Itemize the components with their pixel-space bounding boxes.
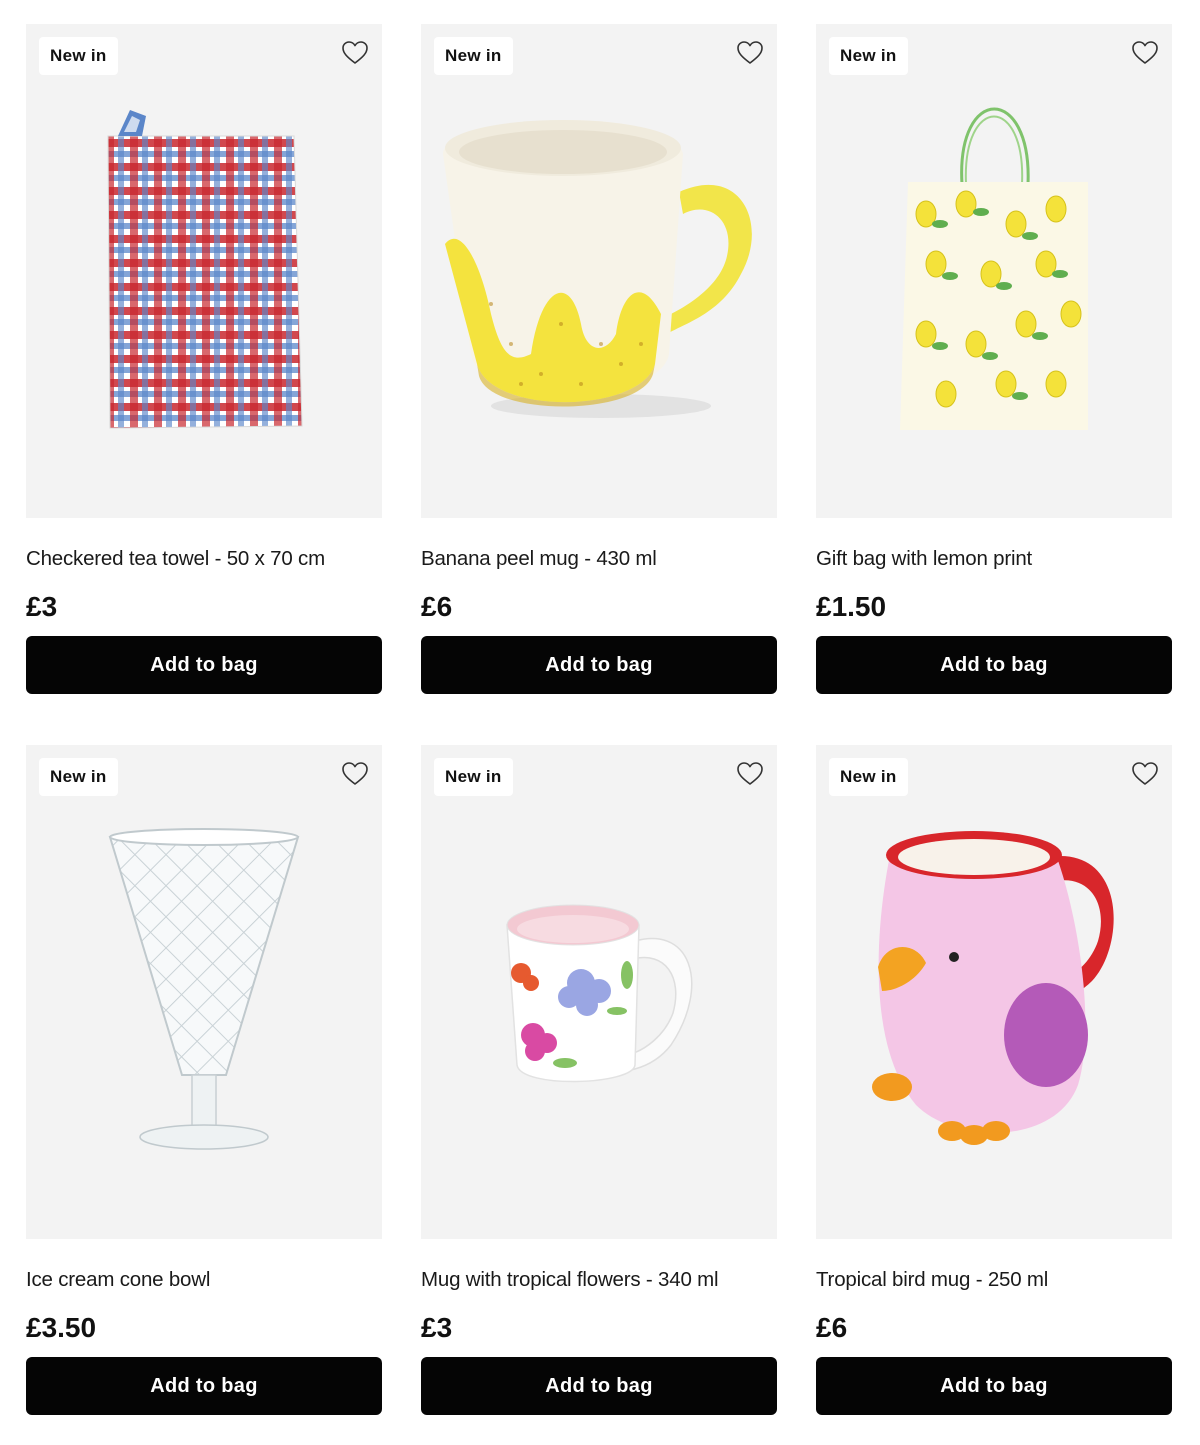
product-image-cone-bowl[interactable] — [26, 745, 382, 1239]
product-price: £6 — [816, 1312, 848, 1343]
heart-outline-icon[interactable] — [1130, 759, 1160, 789]
product-price: £6 — [421, 591, 453, 622]
product-title[interactable]: Checkered tea towel - 50 x 70 cm — [26, 546, 382, 572]
product-image-flower-mug[interactable] — [421, 745, 777, 1239]
product-title[interactable]: Ice cream cone bowl — [26, 1267, 382, 1293]
product-image-area[interactable]: New in — [421, 745, 777, 1239]
product-card[interactable]: New in Mug with tropical flowers - 340 m… — [421, 745, 777, 1415]
add-to-bag-button[interactable]: Add to bag — [26, 1357, 382, 1415]
new-in-badge: New in — [39, 37, 118, 75]
heart-outline-icon[interactable] — [735, 759, 765, 789]
add-to-bag-button[interactable]: Add to bag — [421, 1357, 777, 1415]
product-image-area[interactable]: New in — [26, 24, 382, 518]
product-card[interactable]: New in Gift bag with lemon print £1.50 A… — [816, 24, 1172, 694]
new-in-badge: New in — [829, 37, 908, 75]
heart-outline-icon[interactable] — [340, 38, 370, 68]
product-price: £3.50 — [26, 1312, 97, 1343]
product-card[interactable]: New in Checkered tea towel - 50 x 70 cm … — [26, 24, 382, 694]
product-title[interactable]: Gift bag with lemon print — [816, 546, 1172, 572]
product-image-area[interactable]: New in — [421, 24, 777, 518]
product-image-bird-mug[interactable] — [816, 745, 1172, 1239]
product-image-tea-towel[interactable] — [26, 24, 382, 518]
product-image-area[interactable]: New in — [26, 745, 382, 1239]
heart-outline-icon[interactable] — [340, 759, 370, 789]
new-in-badge: New in — [434, 37, 513, 75]
new-in-badge: New in — [829, 758, 908, 796]
new-in-badge: New in — [39, 758, 118, 796]
add-to-bag-button[interactable]: Add to bag — [26, 636, 382, 694]
add-to-bag-button[interactable]: Add to bag — [421, 636, 777, 694]
product-title[interactable]: Banana peel mug - 430 ml — [421, 546, 777, 572]
product-title[interactable]: Mug with tropical flowers - 340 ml — [421, 1267, 777, 1293]
product-grid: New in Checkered tea towel - 50 x 70 cm … — [0, 0, 1200, 1445]
product-image-gift-bag[interactable] — [816, 24, 1172, 518]
product-title[interactable]: Tropical bird mug - 250 ml — [816, 1267, 1172, 1293]
product-image-area[interactable]: New in — [816, 745, 1172, 1239]
add-to-bag-button[interactable]: Add to bag — [816, 1357, 1172, 1415]
product-card[interactable]: New in Tropical bird mug - 250 ml £6 Add… — [816, 745, 1172, 1415]
product-card[interactable]: New in Ice cream cone bowl £3.50 Add to … — [26, 745, 382, 1415]
product-price: £3 — [421, 1312, 453, 1343]
product-image-banana-mug[interactable] — [421, 24, 777, 518]
add-to-bag-button[interactable]: Add to bag — [816, 636, 1172, 694]
heart-outline-icon[interactable] — [735, 38, 765, 68]
new-in-badge: New in — [434, 758, 513, 796]
product-price: £1.50 — [816, 591, 887, 622]
product-card[interactable]: New in Banana peel mug - 430 ml £6 Add t… — [421, 24, 777, 694]
product-price: £3 — [26, 591, 58, 622]
heart-outline-icon[interactable] — [1130, 38, 1160, 68]
product-image-area[interactable]: New in — [816, 24, 1172, 518]
